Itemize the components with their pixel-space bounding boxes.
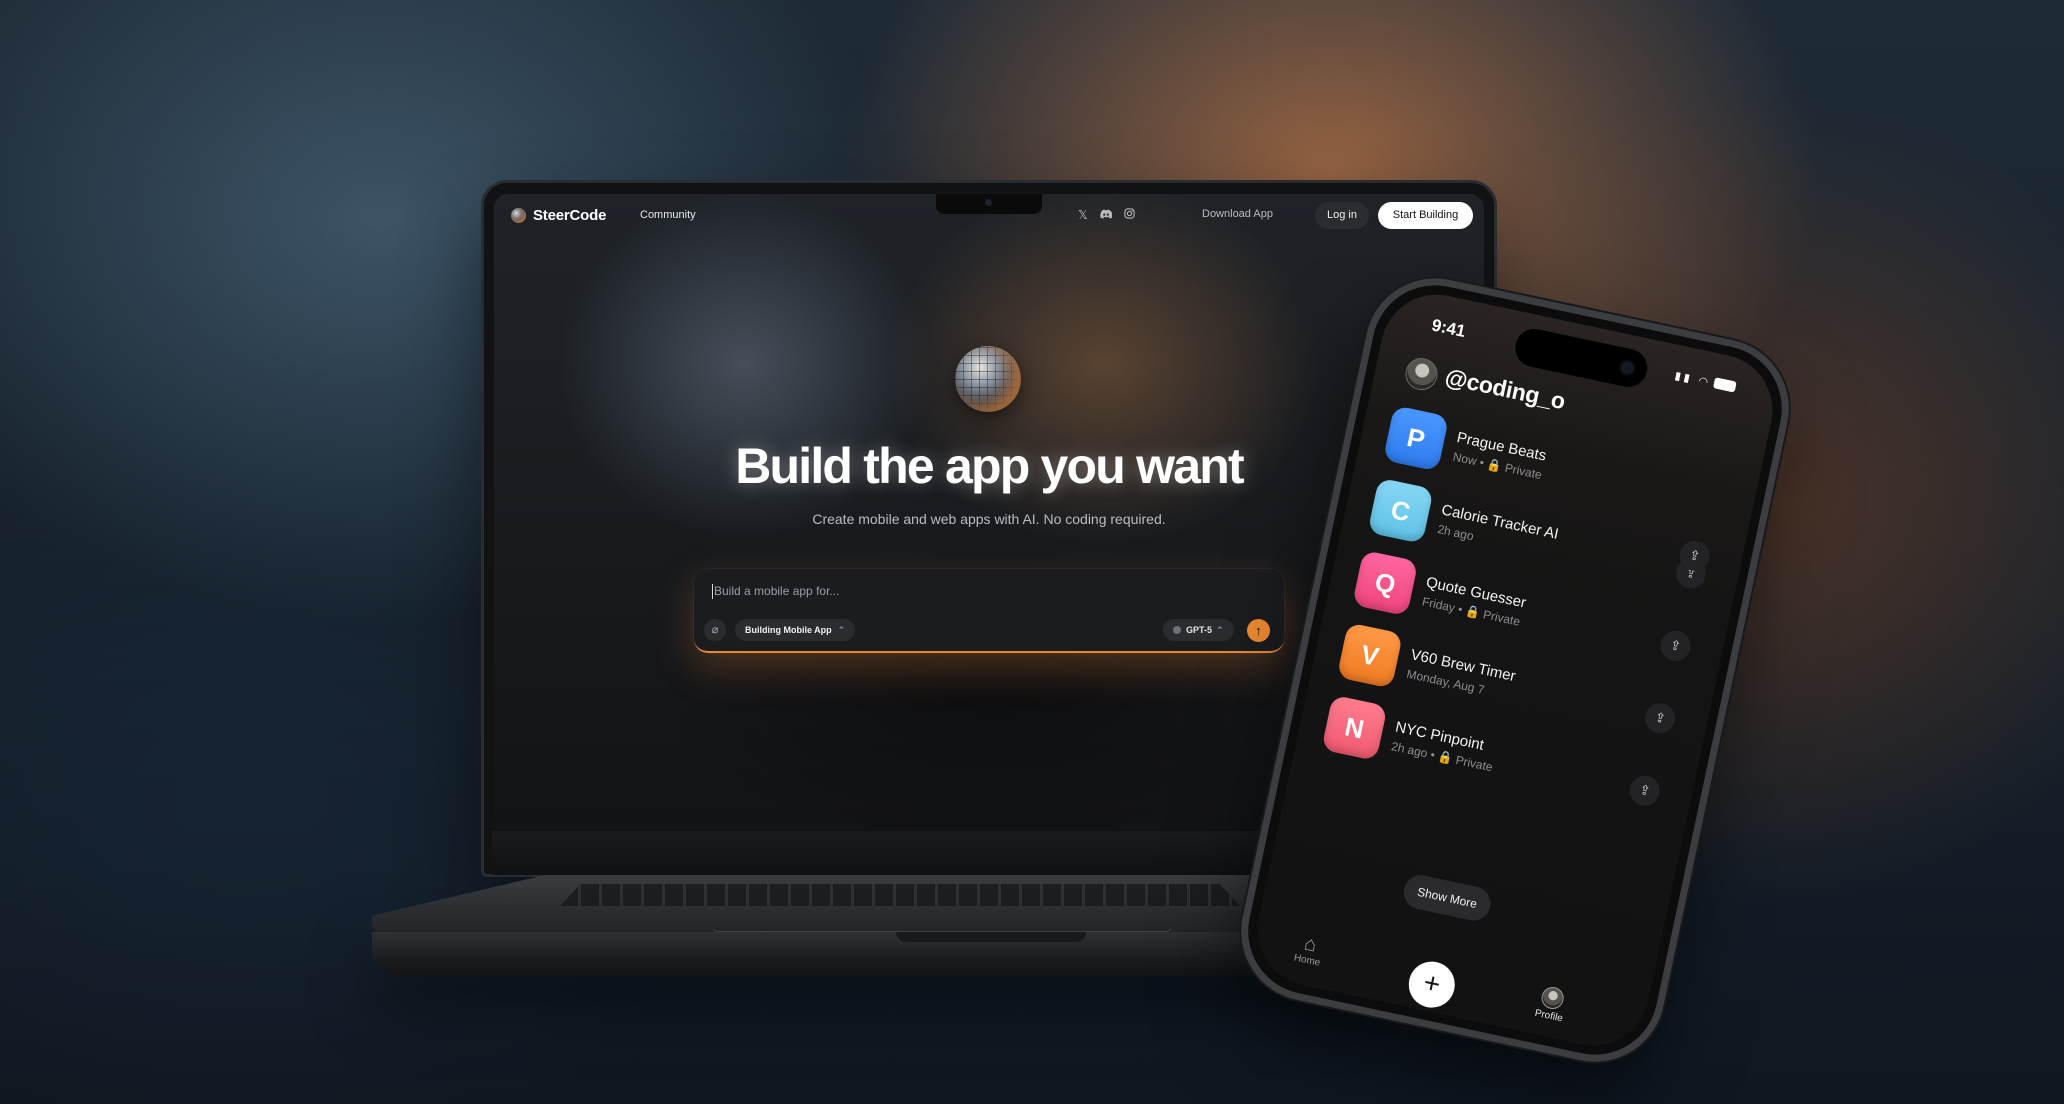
trackpad	[712, 906, 1172, 932]
avatar	[1539, 984, 1566, 1012]
model-label: GPT-5	[1186, 625, 1213, 635]
signal-icon: ▮▮	[1673, 369, 1694, 386]
base-notch	[896, 932, 1086, 942]
avatar[interactable]	[1402, 355, 1441, 394]
tab-profile-label: Profile	[1533, 1007, 1564, 1025]
battery-icon	[1712, 377, 1737, 393]
prompt-box[interactable]: Build a mobile app for... ⌀ Building Mob…	[694, 569, 1284, 653]
brand-name[interactable]: SteerCode	[533, 207, 606, 224]
plus-icon: +	[1420, 966, 1444, 1000]
text-caret	[712, 584, 713, 599]
chevron-up-icon: ⌃	[837, 625, 846, 635]
model-icon	[1173, 626, 1181, 634]
send-arrow-icon[interactable]: ↑	[1247, 619, 1270, 642]
login-button[interactable]: Log in	[1315, 202, 1369, 229]
attach-icon[interactable]: ⌀	[704, 619, 726, 641]
disco-ball-icon	[955, 346, 1021, 412]
app-icon: Q	[1352, 549, 1419, 617]
instagram-icon[interactable]	[1122, 208, 1136, 222]
x-icon[interactable]: 𝕏	[1076, 208, 1090, 222]
tab-profile[interactable]: Profile	[1528, 983, 1574, 1026]
status-time: 9:41	[1430, 315, 1468, 342]
app-icon: N	[1321, 694, 1388, 762]
wifi-icon: ◠	[1697, 374, 1713, 390]
mode-selector[interactable]: Building Mobile App ⌃	[735, 619, 856, 641]
camera-icon	[1617, 358, 1637, 378]
top-nav: SteerCode Community 𝕏 Download App Log i…	[494, 194, 1484, 240]
chevron-up-icon: ⌃	[1216, 625, 1224, 635]
app-meta: 2h ago	[1436, 521, 1476, 544]
add-button[interactable]: +	[1404, 957, 1460, 1012]
start-building-button[interactable]: Start Building	[1378, 202, 1473, 229]
share-icon[interactable]: ⇪	[1626, 772, 1663, 809]
show-more-button[interactable]: Show More	[1400, 872, 1494, 924]
share-icon[interactable]: ⇪	[1642, 700, 1678, 737]
download-app-link[interactable]: Download App	[1197, 208, 1273, 220]
share-icon[interactable]: ⇪	[1657, 628, 1694, 664]
status-icons: ▮▮ ◠	[1674, 369, 1737, 395]
app-icon: V	[1336, 622, 1404, 689]
download-app-label: Download App	[1202, 208, 1273, 220]
username: @coding_o	[1442, 363, 1568, 415]
model-selector[interactable]: GPT-5 ⌃	[1163, 619, 1234, 641]
brand-logo-icon[interactable]	[511, 208, 526, 223]
prompt-input[interactable]: Build a mobile app for...	[714, 584, 839, 598]
app-icon: C	[1367, 477, 1434, 544]
app-icon: P	[1382, 405, 1450, 472]
nav-community-link[interactable]: Community	[640, 209, 696, 221]
mode-label: Building Mobile App	[745, 625, 832, 635]
discord-icon[interactable]	[1099, 208, 1113, 222]
keyboard	[560, 884, 1240, 906]
tab-home[interactable]: ⌂ Home	[1286, 930, 1332, 971]
